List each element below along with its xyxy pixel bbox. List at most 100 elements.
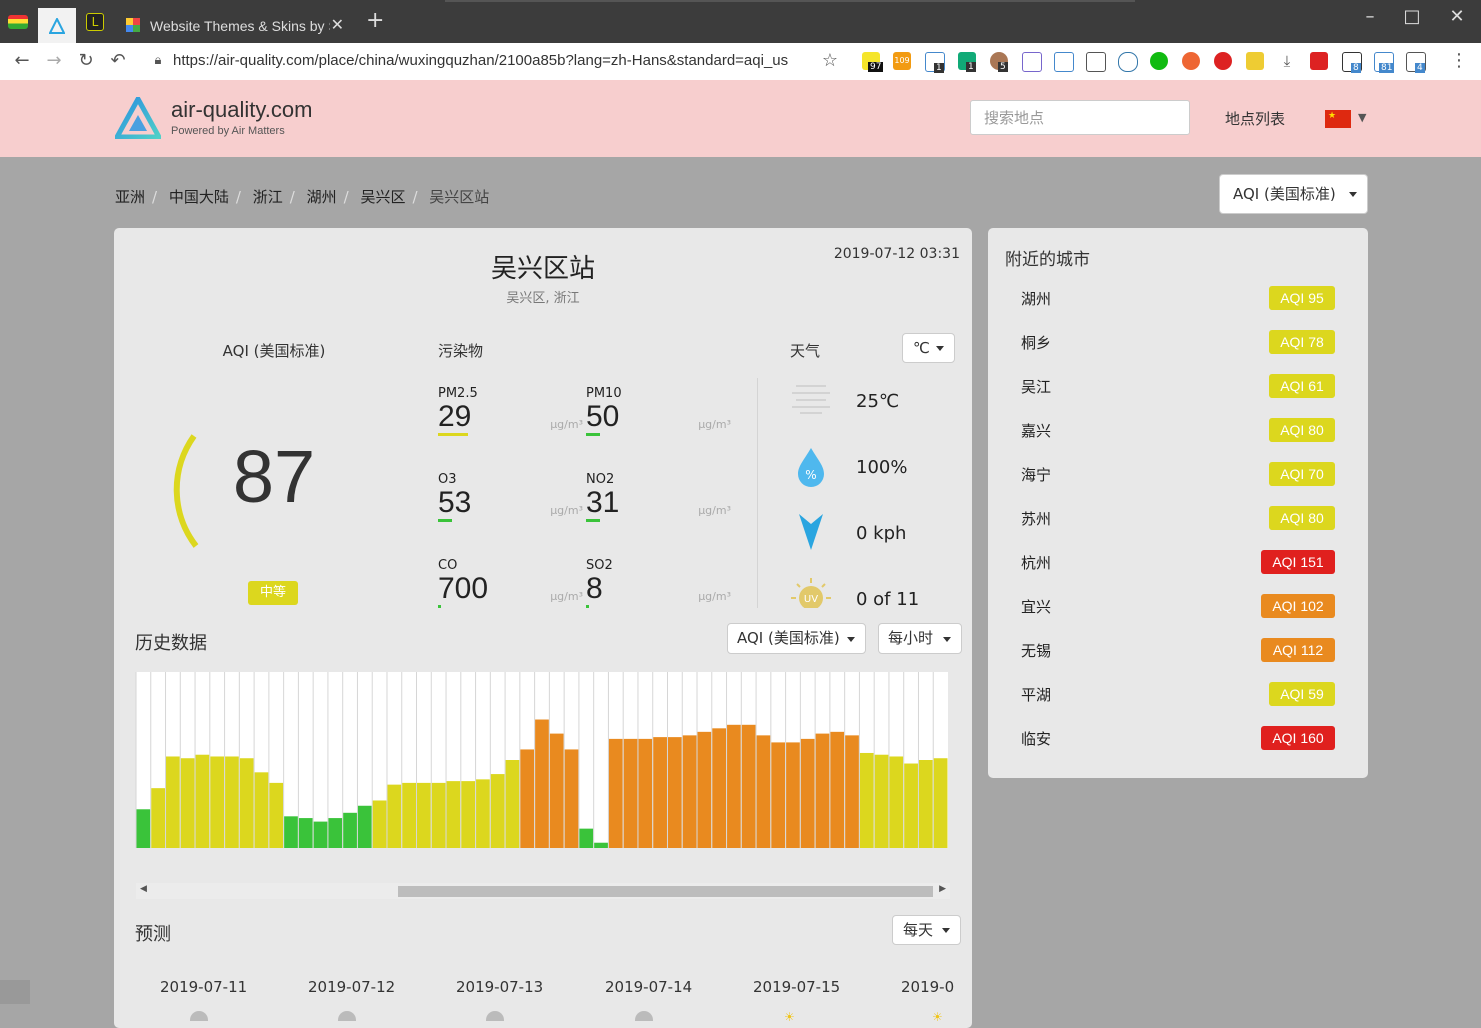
chart-horizontal-scrollbar[interactable]: ◀ ▶: [136, 883, 950, 899]
breadcrumb-item[interactable]: 湖州: [307, 188, 337, 206]
chart-bar[interactable]: [712, 728, 727, 848]
extension-icon[interactable]: [1054, 52, 1074, 72]
nearby-city-aqi-badge[interactable]: AQI 70: [1269, 462, 1335, 486]
chart-bar[interactable]: [904, 763, 918, 848]
chart-bar[interactable]: [151, 788, 166, 848]
nearby-city-aqi-badge[interactable]: AQI 78: [1269, 330, 1335, 354]
chart-bar[interactable]: [254, 772, 269, 848]
window-close-icon[interactable]: ✕: [1442, 6, 1472, 28]
extension-icon[interactable]: [1150, 52, 1168, 70]
chart-bar[interactable]: [476, 779, 490, 848]
nearby-city-name[interactable]: 桐乡: [1021, 332, 1051, 353]
chart-bar[interactable]: [195, 754, 210, 848]
pollutant-co[interactable]: CO 700 μg/m³: [438, 558, 583, 638]
chart-bar[interactable]: [417, 782, 431, 848]
chart-bar[interactable]: [786, 742, 800, 848]
chart-bar[interactable]: [210, 756, 225, 848]
extension-icon[interactable]: 81: [1374, 52, 1395, 73]
temperature-unit-select[interactable]: ℃: [902, 333, 955, 363]
standard-dropdown[interactable]: AQI (美国标准): [1219, 174, 1368, 214]
chart-bar[interactable]: [446, 781, 461, 848]
minimize-icon[interactable]: –: [1355, 6, 1385, 28]
nearby-city-name[interactable]: 吴江: [1021, 376, 1051, 397]
extension-icon[interactable]: 1: [925, 52, 945, 73]
nearby-city-aqi-badge[interactable]: AQI 59: [1269, 682, 1335, 706]
chart-bar[interactable]: [387, 784, 402, 848]
lock-icon[interactable]: 🔒︎: [146, 50, 170, 72]
chart-bar[interactable]: [180, 758, 195, 848]
extension-icon[interactable]: 109: [893, 52, 911, 70]
nearby-city-aqi-badge[interactable]: AQI 80: [1269, 506, 1335, 530]
pollutant-pm10[interactable]: PM10 50 μg/m³: [586, 386, 731, 466]
history-aqi-chart[interactable]: [134, 672, 950, 852]
extension-icon[interactable]: 8: [1342, 52, 1362, 73]
extension-icon[interactable]: [1214, 52, 1232, 70]
extension-icon[interactable]: 5: [990, 52, 1008, 72]
chart-bar[interactable]: [682, 735, 697, 848]
nearby-city-name[interactable]: 海宁: [1021, 464, 1051, 485]
pollutant-no2[interactable]: NO2 31 μg/m³: [586, 472, 731, 552]
chart-bar[interactable]: [328, 818, 343, 848]
breadcrumb-item[interactable]: 中国大陆: [169, 188, 229, 206]
extension-tab-icon[interactable]: [8, 15, 28, 29]
tab-close-icon[interactable]: ✕: [331, 15, 344, 34]
chart-bar[interactable]: [431, 782, 446, 848]
breadcrumb-item[interactable]: 亚洲: [115, 188, 145, 206]
chart-bar[interactable]: [239, 758, 254, 848]
tab-website-themes[interactable]: Website Themes & Skins by St ✕: [116, 8, 354, 43]
pollutant-o3[interactable]: O3 53 μg/m³: [438, 472, 583, 552]
chart-bar[interactable]: [933, 758, 948, 848]
chart-bar[interactable]: [697, 731, 712, 848]
nearby-city-name[interactable]: 宜兴: [1021, 596, 1051, 617]
extension-icon[interactable]: 97: [862, 52, 884, 72]
language-dropdown-caret-icon[interactable]: ▼: [1358, 111, 1366, 124]
search-input[interactable]: [970, 100, 1190, 135]
nearby-city-aqi-badge[interactable]: AQI 102: [1261, 594, 1335, 618]
chart-bar[interactable]: [490, 774, 505, 848]
extension-icon[interactable]: [1118, 52, 1138, 72]
chart-bar[interactable]: [284, 816, 298, 848]
chart-bar[interactable]: [520, 749, 535, 848]
chart-bar[interactable]: [918, 760, 933, 848]
download-icon[interactable]: ⤓: [1278, 52, 1296, 70]
chart-bar[interactable]: [830, 731, 845, 848]
nearby-city-aqi-badge[interactable]: AQI 61: [1269, 374, 1335, 398]
pollutant-so2[interactable]: SO2 8 μg/m³: [586, 558, 731, 638]
chart-bar[interactable]: [136, 809, 151, 848]
chart-bar[interactable]: [771, 742, 786, 848]
site-name[interactable]: air-quality.com: [171, 97, 312, 123]
nearby-city-name[interactable]: 湖州: [1021, 288, 1051, 309]
chart-bar[interactable]: [313, 821, 328, 848]
location-list-link[interactable]: 地点列表: [1225, 108, 1285, 129]
nearby-city-name[interactable]: 嘉兴: [1021, 420, 1051, 441]
breadcrumb-item[interactable]: 浙江: [253, 188, 283, 206]
chart-bar[interactable]: [594, 842, 608, 848]
chart-bar[interactable]: [535, 719, 549, 848]
pollutant-pm25[interactable]: PM2.5 29 μg/m³: [438, 386, 583, 466]
history-interval-select[interactable]: 每小时: [878, 623, 962, 654]
chart-bar[interactable]: [889, 756, 904, 848]
extension-icon[interactable]: [1022, 52, 1042, 72]
chart-bar[interactable]: [357, 805, 372, 848]
corner-widget[interactable]: [0, 980, 30, 1004]
chart-bar[interactable]: [727, 724, 741, 848]
nearby-city-name[interactable]: 无锡: [1021, 640, 1051, 661]
nearby-city-aqi-badge[interactable]: AQI 112: [1261, 638, 1335, 662]
tab-l-icon[interactable]: L: [86, 13, 104, 31]
active-tab[interactable]: [38, 8, 76, 43]
chart-bar[interactable]: [800, 738, 815, 848]
chart-bar[interactable]: [298, 818, 313, 848]
forward-icon[interactable]: →: [42, 50, 66, 72]
scrollbar-thumb[interactable]: [398, 886, 933, 897]
extension-icon[interactable]: [1086, 52, 1106, 72]
chart-bar[interactable]: [579, 828, 594, 848]
chart-bar[interactable]: [402, 782, 417, 848]
bookmark-star-icon[interactable]: ☆: [818, 50, 842, 72]
nearby-city-aqi-badge[interactable]: AQI 80: [1269, 418, 1335, 442]
extension-icon[interactable]: [1182, 52, 1200, 70]
nearby-city-aqi-badge[interactable]: AQI 151: [1261, 550, 1335, 574]
undo-icon[interactable]: ↶: [106, 50, 130, 72]
china-flag-icon[interactable]: ★: [1325, 110, 1351, 128]
nearby-city-name[interactable]: 杭州: [1021, 552, 1051, 573]
scroll-left-icon[interactable]: ◀: [140, 884, 147, 894]
